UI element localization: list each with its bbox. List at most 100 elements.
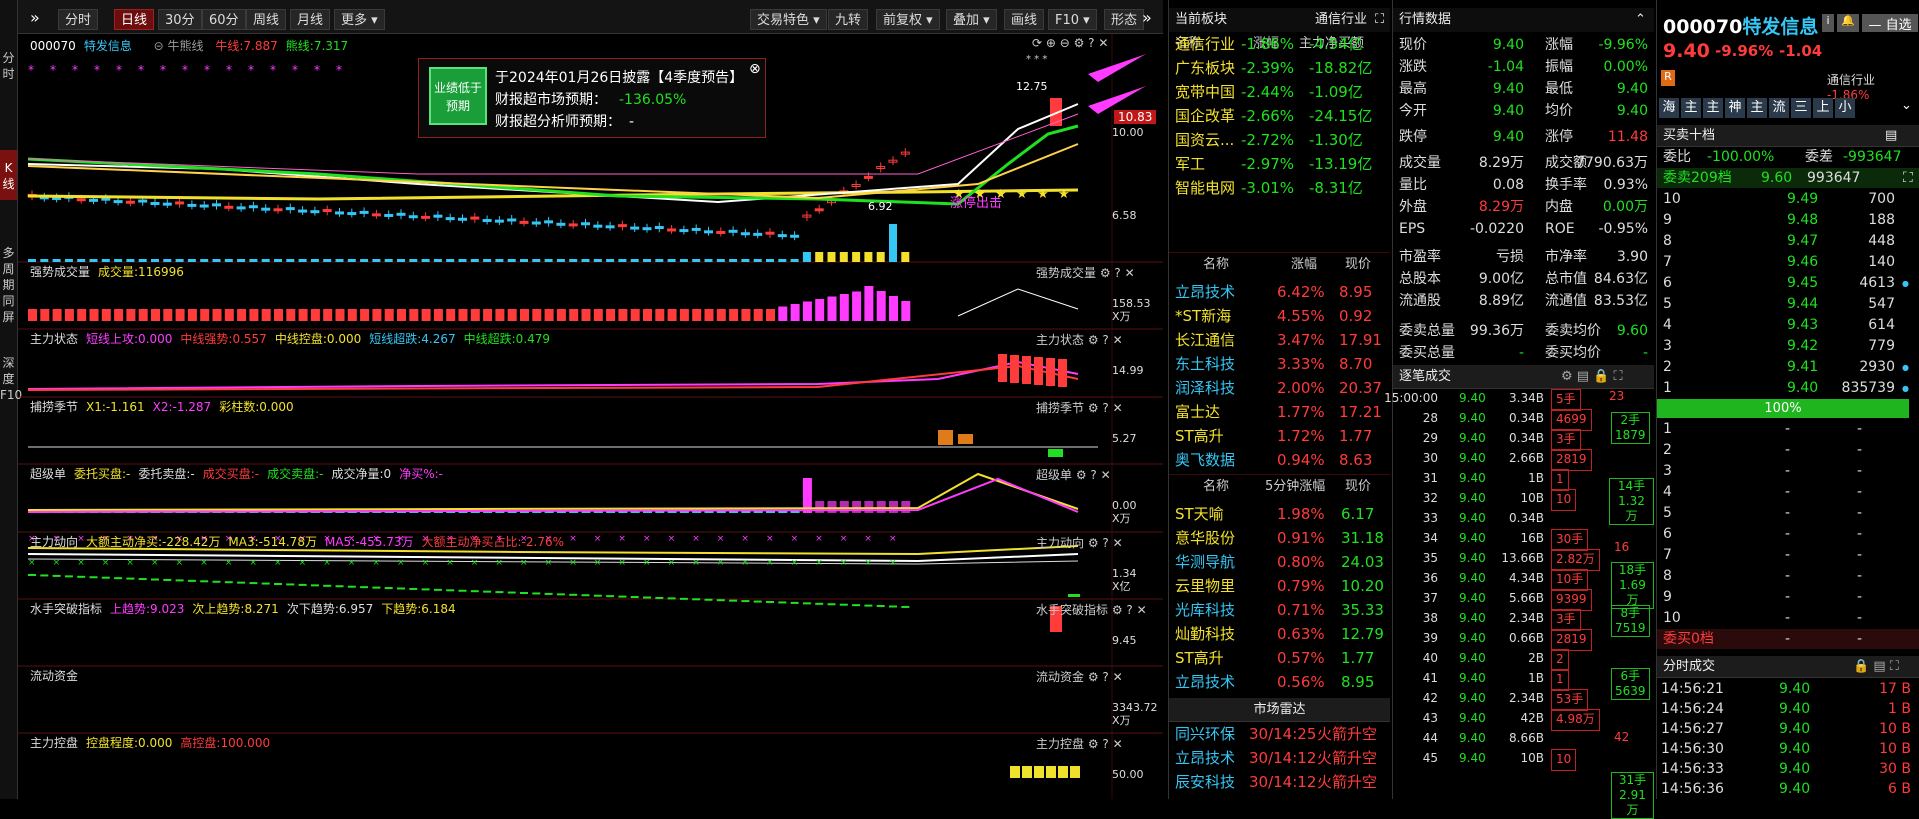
speed-row[interactable]: 灿勤科技 0.63% 12.79 [1169,622,1390,646]
stock-tag[interactable]: 主 [1703,98,1723,118]
order-book-panel: 000070特发信息 i 🔔 — 自选 9.40 -9.96% -1.04 通信… [1656,0,1919,799]
indicator-controls[interactable]: 主力控盘 ⚙ ? ✕ [1036,735,1123,752]
tab-multi-period[interactable]: 多周期同屏 [0,245,17,345]
adjust-menu[interactable]: 前复权 ▾ [876,9,940,30]
indicator-title: 主力控盘 [30,736,79,750]
sector-row[interactable]: 国资云... -2.72% -1.30亿 [1169,128,1390,152]
stock-tag[interactable]: 主 [1747,98,1767,118]
bid-row[interactable]: 2-- [1657,440,1919,461]
stock-tag[interactable]: 神 [1725,98,1745,118]
tab-fenshi[interactable]: 分时 [0,50,17,86]
bid-row[interactable]: 3-- [1657,461,1919,482]
stock-tag[interactable]: 三 [1791,98,1811,118]
indicator-controls[interactable]: 强势成交量 ⚙ ? ✕ [1036,264,1135,281]
stock-tag[interactable]: 流 [1769,98,1789,118]
bid-row[interactable]: 5-- [1657,503,1919,524]
info-icon[interactable]: i [1822,14,1834,32]
add-watchlist-button[interactable]: — 自选 [1862,14,1918,33]
stock-row[interactable]: 立昂技术 6.42% 8.95 [1169,280,1390,304]
stock-tag[interactable]: 主 [1681,98,1701,118]
sector-row[interactable]: 智能电网 -3.01% -8.31亿 [1169,176,1390,200]
bid-row[interactable]: 10- - [1657,608,1919,629]
expand-icon[interactable]: » [30,8,40,27]
sector-row[interactable]: 广东板块 -2.39% -18.82亿 [1169,56,1390,80]
indicator-controls[interactable]: 流动资金 ⚙ ? ✕ [1036,668,1123,685]
ask-row[interactable]: 6 9.45 4613 ● [1657,273,1919,294]
period-week[interactable]: 周线 [246,9,287,30]
speed-row[interactable]: 云里物里 0.79% 10.20 [1169,574,1390,598]
svg-text:* * *: * * * [1026,54,1047,65]
period-month[interactable]: 月线 [290,9,331,30]
bid-row[interactable]: 8-- [1657,566,1919,587]
dot-icon: ● [1902,384,1909,393]
indicator-controls[interactable]: 捕捞季节 ⚙ ? ✕ [1036,399,1123,416]
collapse-icon[interactable]: » [1142,8,1152,27]
bid-row[interactable]: 4-- [1657,482,1919,503]
expand-icon[interactable]: ⛶ [1903,168,1913,188]
speed-row[interactable]: ST天喻 1.98% 6.17 [1169,502,1390,526]
indicator-controls[interactable]: 主力动向 ⚙ ? ✕ [1036,534,1123,551]
trade-tools-icon[interactable]: 🔒 ▤ ⛶ [1853,656,1899,678]
ask-row[interactable]: 4 9.43 614 [1657,315,1919,336]
ask-row[interactable]: 7 9.46 140 [1657,252,1919,273]
period-more[interactable]: 更多 ▾ [334,9,385,30]
stock-tag[interactable]: 海 [1659,98,1679,118]
draw-line-button[interactable]: 画线 [1004,9,1045,30]
trade-feature-menu[interactable]: 交易特色 ▾ [750,9,827,30]
expand-icon[interactable]: ⛶ [1375,8,1384,32]
price-tag: 10.83 [1114,110,1157,124]
radar-row[interactable]: 辰安科技 30/14:12 火箭升空 [1169,770,1390,794]
indicator-controls[interactable]: 主力状态 ⚙ ? ✕ [1036,331,1123,348]
sector-row[interactable]: 国企改革 -2.66% -24.15亿 [1169,104,1390,128]
speed-row[interactable]: 意华股份 0.91% 31.18 [1169,526,1390,550]
chart-controls[interactable]: ⟳ ⊕ ⊖ ⚙ ? ✕ [1032,36,1108,50]
tab-depth-f10[interactable]: 深度F10 [0,355,22,445]
ask-row[interactable]: 8 9.47 448 [1657,231,1919,252]
indicator-controls[interactable]: 超级单 ⚙ ? ✕ [1036,466,1111,483]
indicator-controls[interactable]: 水手突破指标 ⚙ ? ✕ [1036,601,1147,618]
book-icon[interactable]: ▤ [1885,125,1897,147]
period-60m[interactable]: 60分 [202,9,246,30]
stock-row[interactable]: 东土科技 3.33% 8.70 [1169,352,1390,376]
sector-row[interactable]: 通信行业 -1.86% -4.54亿 [1169,32,1390,56]
sector-row[interactable]: 军工 -2.97% -13.19亿 [1169,152,1390,176]
period-day[interactable]: 日线 [114,9,155,30]
speed-row[interactable]: 立昂技术 0.56% 8.95 [1169,670,1390,694]
ask-row[interactable]: 5 9.44 547 [1657,294,1919,315]
ask-row[interactable]: 1 9.40 835739 ● [1657,378,1919,399]
tick-tools-icon[interactable]: ⚙ ▤ 🔒 ⛶ [1561,365,1623,389]
radar-row[interactable]: 同兴环保 30/14:25 火箭升空 [1169,722,1390,746]
period-30m[interactable]: 30分 [158,9,202,30]
radar-row[interactable]: 立昂技术 30/14:12 火箭升空 [1169,746,1390,770]
speed-row[interactable]: 华测导航 0.80% 24.03 [1169,550,1390,574]
chevron-down-icon[interactable]: ⌄ [1901,98,1912,113]
stock-row[interactable]: 富士达 1.77% 17.21 [1169,400,1390,424]
stock-row[interactable]: 润泽科技 2.00% 20.37 [1169,376,1390,400]
stock-row[interactable]: 奥飞数据 0.94% 8.63 [1169,448,1390,472]
speed-row[interactable]: ST高升 0.57% 1.77 [1169,646,1390,670]
f10-menu[interactable]: F10 ▾ [1048,9,1097,30]
period-fenshi[interactable]: 分时 [58,9,99,30]
ask-row[interactable]: 9 9.48 188 [1657,210,1919,231]
bid-row[interactable]: 6-- [1657,524,1919,545]
ask-row[interactable]: 3 9.42 779 [1657,336,1919,357]
tab-kline[interactable]: K线 [0,150,17,200]
sector-row[interactable]: 宽带中国 -2.44% -1.09亿 [1169,80,1390,104]
stock-tag[interactable]: 上 [1813,98,1833,118]
pattern-button[interactable]: 形态 [1104,9,1145,30]
stock-row[interactable]: 长江通信 3.47% 17.91 [1169,328,1390,352]
speed-row[interactable]: 光库科技 0.71% 35.33 [1169,598,1390,622]
collapse-up-icon[interactable]: ⌃ [1635,8,1646,32]
bid-row[interactable]: 9-- [1657,587,1919,608]
stock-row[interactable]: ST高升 1.72% 1.77 [1169,424,1390,448]
ask-row[interactable]: 2 9.41 2930 ● [1657,357,1919,378]
overlay-menu[interactable]: 叠加 ▾ [946,9,997,30]
bell-icon[interactable]: 🔔 [1837,14,1859,32]
bid-row[interactable]: 7-- [1657,545,1919,566]
bid-row[interactable]: 1-- [1657,419,1919,440]
stock-tag[interactable]: 小 [1835,98,1855,118]
nine-turn-button[interactable]: 九转 [828,9,869,30]
popup-close-icon[interactable]: ⊗ [749,61,761,77]
stock-row[interactable]: *ST新海 4.55% 0.92 [1169,304,1390,328]
ask-row[interactable]: 10 9.49 700 [1657,189,1919,210]
